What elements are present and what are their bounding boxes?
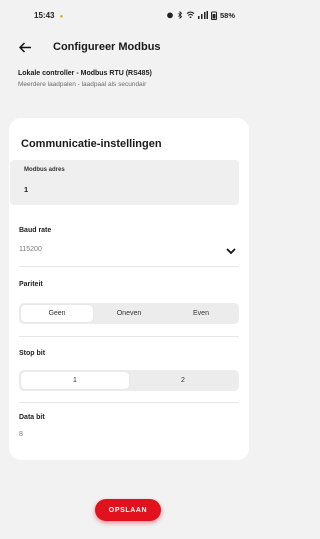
data-bit-label: Data bit [19, 414, 45, 421]
divider [19, 336, 239, 337]
section-title: Communicatie-instellingen [21, 138, 162, 150]
signal-icon [197, 11, 208, 19]
battery-icon [210, 11, 217, 20]
wifi-icon [186, 11, 195, 19]
parity-option-even[interactable]: Even [165, 305, 237, 322]
parity-label: Pariteit [19, 281, 43, 288]
modbus-address-field[interactable]: Modbus adres 1 [10, 160, 239, 205]
stop-bit-label: Stop bit [19, 350, 46, 357]
back-arrow-icon[interactable] [18, 40, 32, 54]
parity-selector[interactable]: Geen Oneven Even [19, 303, 239, 324]
parity-option-odd[interactable]: Oneven [93, 305, 165, 322]
chevron-down-icon[interactable] [226, 247, 236, 255]
data-bit-value[interactable]: 8 [19, 431, 23, 438]
battery-percentage: 58% [219, 10, 235, 20]
controller-info: Lokale controller - Modbus RTU (RS485) M… [18, 70, 238, 88]
bluetooth-icon [178, 11, 183, 19]
divider [19, 266, 239, 267]
baud-rate-value[interactable]: 115200 [19, 246, 42, 253]
page-title: Configureer Modbus [53, 41, 161, 53]
page-header: Configureer Modbus [0, 34, 249, 60]
controller-mode: Meerdere laadpalen - laadpaal als secund… [18, 81, 147, 88]
stop-bit-selector[interactable]: 1 2 [19, 370, 239, 391]
status-icons: 58% [166, 11, 235, 20]
status-time-group: 15:43 ● [34, 11, 63, 20]
parity-option-none[interactable]: Geen [21, 305, 93, 322]
modbus-address-label: Modbus adres [24, 167, 65, 173]
baud-rate-label: Baud rate [19, 227, 52, 234]
divider [19, 402, 239, 403]
controller-type: Lokale controller - Modbus RTU (RS485) [18, 70, 152, 77]
status-bar: 15:43 ● 58% [0, 0, 249, 30]
alarm-icon [167, 12, 173, 19]
stop-bit-option-1[interactable]: 1 [21, 372, 129, 389]
status-time: 15:43 [34, 10, 55, 20]
modbus-address-value[interactable]: 1 [24, 185, 28, 194]
save-button[interactable]: OPSLAAN [95, 499, 161, 521]
notification-dot-icon: ● [59, 13, 64, 20]
stop-bit-option-2[interactable]: 2 [129, 372, 237, 389]
